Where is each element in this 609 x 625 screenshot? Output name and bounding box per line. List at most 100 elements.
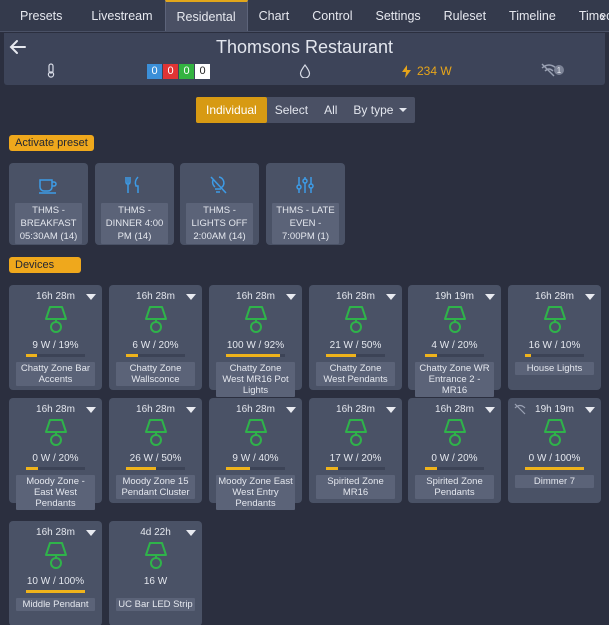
pendant-light-icon	[544, 419, 566, 446]
device-menu-caret-icon[interactable]	[585, 294, 595, 300]
tab-control[interactable]: Control	[301, 0, 364, 31]
pendant-light-icon	[145, 542, 167, 569]
device-card[interactable]: 19h 19m 0 W / 100% Dimmer 7	[508, 398, 601, 503]
device-power: 0 W / 100%	[528, 453, 581, 464]
device-card[interactable]: 16h 28m 9 W / 40% Moody Zone East West Ent…	[209, 398, 302, 510]
dim-level-bar	[326, 467, 385, 470]
device-card[interactable]: 16h 28m 26 W / 50% Moody Zone 15 Pendant C…	[109, 398, 202, 503]
device-name: Chatty Zone Bar Accents	[16, 362, 95, 386]
dim-level-bar	[26, 590, 85, 593]
dim-level-fill	[326, 354, 356, 357]
activate-preset-label: Activate preset	[9, 135, 94, 151]
device-name: Chatty Zone West MR16 Pot Lights	[216, 362, 295, 397]
status-count-badge: 0	[179, 64, 194, 79]
preset-label: THMS - BREAKFAST 05:30AM (14)	[15, 203, 82, 244]
status-count-badge: 0	[195, 64, 210, 79]
sliders-icon	[296, 177, 314, 193]
device-card[interactable]: 16h 28m 16 W / 10% House Lights	[508, 285, 601, 390]
filter-individual-button[interactable]: Individual	[196, 97, 267, 123]
device-card[interactable]: 16h 28m 21 W / 50% Chatty Zone West Pendan…	[309, 285, 402, 390]
device-menu-caret-icon[interactable]	[286, 407, 296, 413]
caret-down-icon	[399, 108, 408, 112]
device-menu-caret-icon[interactable]	[186, 407, 196, 413]
filter-toggle: Individual Select All By type	[196, 97, 416, 123]
device-power: 16 W	[143, 576, 168, 587]
preset-card[interactable]: THMS - DINNER 4:00 PM (14)	[95, 163, 174, 245]
filter-select-button[interactable]: Select	[267, 97, 316, 123]
tab-ruleset[interactable]: Ruleset	[433, 0, 498, 31]
tab-chart[interactable]: Chart	[248, 0, 302, 31]
pendant-light-icon	[145, 306, 167, 333]
device-menu-caret-icon[interactable]	[186, 294, 196, 300]
tab-settings[interactable]: Settings	[364, 0, 432, 31]
device-name: Dimmer 7	[515, 475, 594, 488]
tab-livestream[interactable]: Livestream	[80, 0, 164, 31]
tab-timeline[interactable]: Timeline	[498, 0, 568, 31]
page-title: Thomsons Restaurant	[215, 37, 394, 57]
device-menu-caret-icon[interactable]	[585, 407, 595, 413]
device-card[interactable]: 16h 28m 9 W / 19% Chatty Zone Bar Accents	[9, 285, 102, 390]
coffee-cup-icon	[39, 179, 57, 194]
pendant-light-icon	[444, 419, 466, 446]
device-menu-caret-icon[interactable]	[186, 530, 196, 536]
device-name: House Lights	[515, 362, 594, 375]
device-menu-caret-icon[interactable]	[485, 407, 495, 413]
device-power: 9 W / 40%	[232, 453, 279, 464]
device-name: Moody Zone East West Entry Pendants	[216, 475, 295, 510]
device-menu-caret-icon[interactable]	[86, 530, 96, 536]
device-menu-caret-icon[interactable]	[485, 294, 495, 300]
device-power: 21 W / 50%	[329, 340, 382, 351]
device-card[interactable]: 4d 22h 16 W UC Bar LED Strip	[109, 521, 202, 625]
tabs-scroll-right-icon[interactable]: ›	[600, 8, 605, 25]
pendant-light-icon	[345, 419, 367, 446]
device-card[interactable]: 16h 28m 6 W / 20% Chatty Zone Wallsconce	[109, 285, 202, 390]
device-card[interactable]: 19h 19m 4 W / 20% Chatty Zone WR Entrance …	[408, 285, 501, 397]
dim-level-bar	[425, 354, 484, 357]
device-card[interactable]: 16h 28m 0 W / 20% Moody Zone - East West P…	[9, 398, 102, 510]
pendant-light-icon	[245, 419, 267, 446]
device-name: Chatty Zone Wallsconce	[116, 362, 195, 386]
tab-residental[interactable]: Residental	[164, 0, 248, 31]
device-card[interactable]: 16h 28m 17 W / 20% Spirited Zone MR16	[309, 398, 402, 503]
filter-all-button[interactable]: All	[316, 97, 345, 123]
device-menu-caret-icon[interactable]	[386, 407, 396, 413]
dim-level-fill	[226, 467, 250, 470]
preset-card[interactable]: THMS - LATE EVEN - 7:00PM (1)	[266, 163, 345, 245]
pendant-light-icon	[345, 306, 367, 333]
dim-level-bar	[326, 354, 385, 357]
device-card[interactable]: 16h 28m 100 W / 92% Chatty Zone West MR16 …	[209, 285, 302, 397]
filter-by-type-button[interactable]: By type	[345, 97, 415, 123]
preset-label: THMS - LATE EVEN - 7:00PM (1)	[272, 203, 339, 244]
preset-card[interactable]: THMS - LIGHTS OFF 2:00AM (14)	[180, 163, 259, 245]
tab-presets[interactable]: Presets	[0, 0, 80, 31]
total-power: 234 W	[402, 64, 452, 78]
dim-level-bar	[26, 467, 85, 470]
preset-label: THMS - DINNER 4:00 PM (14)	[101, 203, 168, 244]
device-name: UC Bar LED Strip	[116, 598, 195, 611]
light-off-icon	[210, 176, 227, 194]
thermometer-icon	[47, 63, 55, 78]
device-card[interactable]: 16h 28m 10 W / 100% Middle Pendant	[9, 521, 102, 625]
device-menu-caret-icon[interactable]	[86, 407, 96, 413]
pendant-light-icon	[245, 306, 267, 333]
preset-card[interactable]: THMS - BREAKFAST 05:30AM (14)	[9, 163, 88, 245]
status-counts: 0000	[147, 64, 210, 79]
pendant-light-icon	[145, 419, 167, 446]
fork-knife-icon	[125, 176, 139, 193]
device-power: 100 W / 92%	[226, 340, 285, 351]
dim-level-fill	[425, 467, 437, 470]
device-power: 17 W / 20%	[329, 453, 382, 464]
dim-level-fill	[126, 354, 138, 357]
pendant-light-icon	[45, 419, 67, 446]
dim-level-fill	[126, 467, 156, 470]
pendant-light-icon	[45, 306, 67, 333]
device-name: Chatty Zone West Pendants	[316, 362, 395, 386]
device-group-header: Thomsons Restaurant 0000 234 W 1	[4, 33, 605, 85]
device-power: 9 W / 19%	[32, 340, 79, 351]
device-card[interactable]: 16h 28m 0 W / 20% Spirited Zone Pendants	[408, 398, 501, 503]
no-signal-badge: 1	[557, 66, 562, 75]
device-menu-caret-icon[interactable]	[286, 294, 296, 300]
device-menu-caret-icon[interactable]	[386, 294, 396, 300]
dim-level-fill	[26, 590, 85, 593]
device-menu-caret-icon[interactable]	[86, 294, 96, 300]
